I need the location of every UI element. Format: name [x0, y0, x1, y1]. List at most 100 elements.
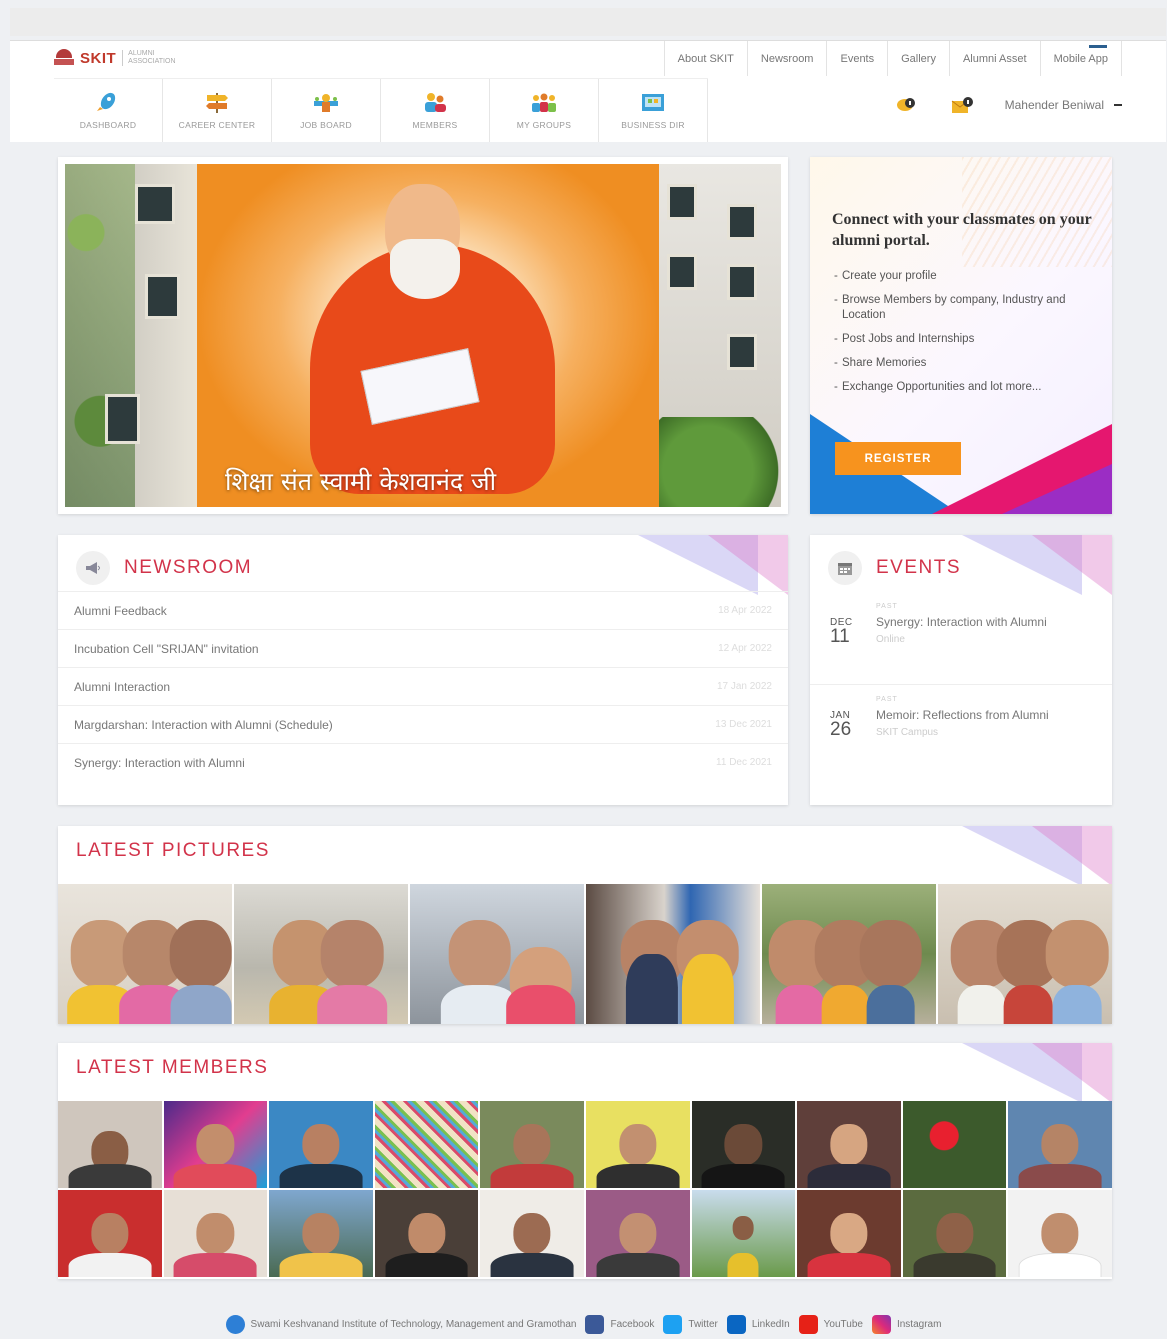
nav-business-dir[interactable]: BUSINESS DIR [599, 79, 708, 142]
news-title: Alumni Interaction [74, 679, 171, 694]
event-date: DEC 11 [830, 617, 853, 647]
news-item[interactable]: Margdarshan: Interaction with Alumni (Sc… [58, 705, 788, 743]
member-avatar[interactable] [163, 1101, 268, 1188]
hero-banner: शिक्षा संत स्वामी केशवानंद जी [58, 157, 788, 514]
news-list: Alumni Feedback 18 Apr 2022 Incubation Ce… [58, 591, 788, 781]
event-status: PAST [876, 696, 898, 703]
twitter-link[interactable]: Twitter [663, 1314, 718, 1334]
member-avatar[interactable] [58, 1190, 162, 1277]
member-avatar[interactable] [269, 1101, 373, 1188]
site-header: SKIT ALUMNI ASSOCIATION About SKIT Newsr… [10, 40, 1166, 142]
member-avatar[interactable] [691, 1190, 796, 1277]
member-avatar[interactable] [902, 1190, 1007, 1277]
event-item[interactable]: JAN 26 PAST Memoir: Reflections from Alu… [810, 688, 1112, 780]
news-title: Incubation Cell "SRIJAN" invitation [74, 641, 259, 656]
member-avatar[interactable] [58, 1101, 162, 1188]
member-avatar[interactable] [1008, 1101, 1112, 1188]
nav-dashboard[interactable]: DASHBOARD [54, 79, 163, 142]
member-avatar[interactable] [691, 1101, 796, 1188]
news-date: 13 Dec 2021 [715, 719, 772, 730]
member-avatar[interactable] [585, 1190, 690, 1277]
member-avatar[interactable] [374, 1190, 479, 1277]
member-avatar[interactable] [797, 1101, 901, 1188]
events-panel: EVENTS DEC 11 PAST Synergy: Interaction … [810, 535, 1112, 805]
topnav-gallery[interactable]: Gallery [888, 41, 950, 76]
nav-job-board[interactable]: JOB BOARD [272, 79, 381, 142]
site-footer: Swami Keshvanand Institute of Technology… [0, 1312, 1167, 1336]
twitter-icon [663, 1314, 683, 1334]
newsroom-title: NEWSROOM [124, 557, 253, 578]
news-item[interactable]: Alumni Interaction 17 Jan 2022 [58, 667, 788, 705]
hero-caption: शिक्षा संत स्वामी केशवानंद जी [225, 467, 497, 496]
skit-logo[interactable]: SKIT ALUMNI ASSOCIATION [54, 49, 192, 67]
gallery-photo[interactable] [586, 884, 760, 1024]
register-promo: Connect with your classmates on your alu… [810, 157, 1112, 514]
footer-institute-link[interactable]: Swami Keshvanand Institute of Technology… [225, 1314, 577, 1334]
gallery-photo[interactable] [938, 884, 1112, 1024]
youtube-icon [798, 1314, 818, 1334]
member-avatar[interactable] [163, 1190, 268, 1277]
nav-career-center[interactable]: CAREER CENTER [163, 79, 272, 142]
nav-my-groups[interactable]: MY GROUPS [490, 79, 599, 142]
register-button[interactable]: REGISTER [835, 442, 961, 475]
event-item[interactable]: DEC 11 PAST Synergy: Interaction with Al… [810, 595, 1112, 687]
calendar-icon [828, 551, 862, 585]
promo-item: Browse Members by company, Industry and … [834, 293, 1068, 323]
gallery-photo[interactable] [234, 884, 408, 1024]
news-title: Alumni Feedback [74, 603, 167, 618]
topnav-mobile-app[interactable]: Mobile App [1041, 41, 1122, 76]
newsroom-panel: NEWSROOM Alumni Feedback 18 Apr 2022 Incu… [58, 535, 788, 805]
latest-members-title: LATEST MEMBERS [76, 1057, 269, 1078]
promo-item: Post Jobs and Internships [834, 332, 1068, 347]
user-menu[interactable]: Mahender Beniwal [1005, 98, 1122, 112]
top-navigation: About SKIT Newsroom Events Gallery Alumn… [663, 41, 1122, 76]
nav-label: JOB BOARD [300, 120, 352, 130]
facebook-icon [585, 1314, 605, 1334]
member-avatar[interactable] [480, 1190, 584, 1277]
member-avatar[interactable] [1008, 1190, 1112, 1277]
skit-emblem-icon [54, 49, 74, 67]
nav-members[interactable]: MEMBERS [381, 79, 490, 142]
instagram-link[interactable]: Instagram [871, 1314, 941, 1334]
topnav-newsroom[interactable]: Newsroom [748, 41, 828, 76]
member-avatar[interactable] [797, 1190, 901, 1277]
gallery-photo[interactable] [410, 884, 584, 1024]
pictures-gallery [58, 884, 1112, 1024]
member-avatar[interactable] [902, 1101, 1007, 1188]
news-date: 18 Apr 2022 [718, 605, 772, 616]
news-item[interactable]: Synergy: Interaction with Alumni 11 Dec 2… [58, 743, 788, 781]
promo-item: Share Memories [834, 356, 1068, 371]
chat-icon[interactable] [893, 94, 919, 116]
events-title: EVENTS [876, 557, 962, 578]
youtube-link[interactable]: YouTube [798, 1314, 863, 1334]
logo-tagline: ALUMNI ASSOCIATION [122, 50, 192, 66]
gallery-photo[interactable] [58, 884, 232, 1024]
hero-image: शिक्षा संत स्वामी केशवानंद जी [65, 164, 781, 507]
topnav-about[interactable]: About SKIT [665, 41, 748, 76]
member-avatar[interactable] [269, 1190, 373, 1277]
latest-pictures-title: LATEST PICTURES [76, 840, 270, 861]
topnav-events[interactable]: Events [827, 41, 889, 76]
notifications-icon[interactable] [949, 94, 975, 116]
groups-icon [532, 93, 556, 112]
event-location: SKIT Campus [876, 727, 939, 738]
gallery-photo[interactable] [762, 884, 936, 1024]
events-header: EVENTS [828, 551, 961, 585]
job-board-icon [314, 94, 338, 112]
members-icon [425, 93, 446, 112]
nav-label: MEMBERS [412, 120, 458, 130]
member-avatar[interactable] [480, 1101, 584, 1188]
member-avatar[interactable] [374, 1101, 479, 1188]
nav-label: BUSINESS DIR [621, 120, 685, 130]
topnav-alumni-asset[interactable]: Alumni Asset [950, 41, 1041, 76]
business-directory-icon [642, 94, 664, 111]
member-avatar[interactable] [585, 1101, 690, 1188]
nav-label: MY GROUPS [516, 120, 572, 130]
news-item[interactable]: Incubation Cell "SRIJAN" invitation 12 Ap… [58, 629, 788, 667]
facebook-link[interactable]: Facebook [585, 1314, 654, 1334]
linkedin-icon [726, 1314, 746, 1334]
footer-institute: Swami Keshvanand Institute of Technology… [250, 1318, 577, 1330]
linkedin-link[interactable]: LinkedIn [726, 1314, 790, 1334]
news-item[interactable]: Alumni Feedback 18 Apr 2022 [58, 591, 788, 629]
newsroom-header: NEWSROOM [76, 551, 252, 585]
